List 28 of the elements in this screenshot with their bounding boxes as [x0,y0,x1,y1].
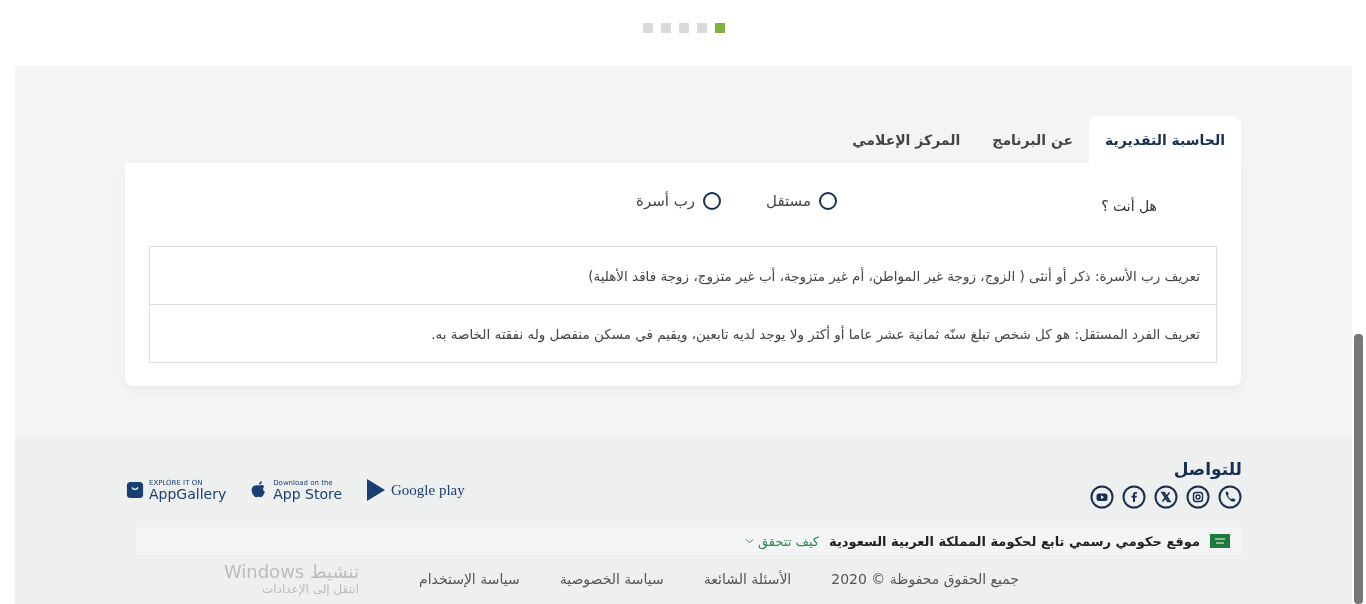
contact-heading: للتواصل [1172,459,1242,479]
radio-icon[interactable] [819,192,837,210]
bag-icon [126,481,144,499]
play-icon [366,478,387,502]
official-site-notice: موقع حكومي رسمي تابع لحكومة المملكة العربية السعودية [829,533,1200,549]
youtube-icon[interactable] [1090,485,1114,509]
copyright-text: جميع الحقوق محفوظة © 2020 [831,570,1019,587]
store-badge[interactable]: Google play [366,478,465,502]
scrollbar-thumb[interactable] [1354,334,1363,604]
footer-link[interactable]: الأسئلة الشائعة [703,570,792,587]
radio-option[interactable]: رب أسرة [636,192,722,210]
verify-link[interactable]: كيف تتحقق [745,533,820,549]
radio-option[interactable]: مستقل [766,192,837,210]
tab[interactable]: الحاسبة التقديرية [1089,116,1241,163]
definition-text: تعريف الفرد المستقل: هو كل شخص تبلغ سنّه ثمانية عشر عاما أو أكثر ولا يوجد لديه تابعين، ويقيم في مسكن منفصل وله نفقته الخاصة به. [150,304,1216,362]
instagram-icon[interactable] [1186,485,1210,509]
footer-link[interactable]: سياسة الإستخدام [419,570,520,587]
facebook-icon[interactable] [1122,485,1146,509]
chevron-icon [745,538,754,544]
question-label: هل أنت ؟ [1100,196,1158,214]
footer-link[interactable]: سياسة الخصوصية [559,570,664,587]
radio-icon[interactable] [703,192,722,210]
tab[interactable]: عن البرنامج [976,116,1090,163]
x-icon[interactable] [1154,485,1178,509]
phone-icon[interactable] [1218,485,1242,509]
tab[interactable]: المركز الإعلامي [836,116,977,163]
definition-text: تعريف رب الأسرة: ذكر أو أنثى ( الزوج، زوجة غير المواطن، أم غير متزوجة، أب غير متزوج، زوجة فاقد الأهلية) [587,266,1201,287]
flag-icon [1210,534,1230,548]
